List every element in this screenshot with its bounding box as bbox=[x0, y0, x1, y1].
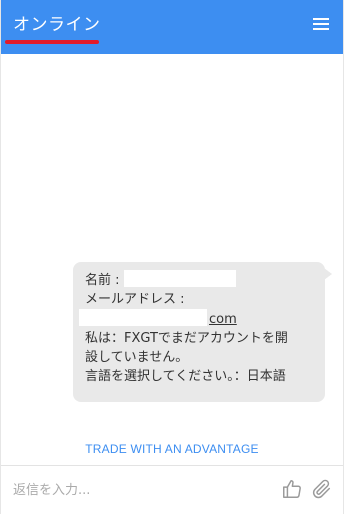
status-title: オンライン bbox=[13, 15, 101, 35]
thumbs-up-icon[interactable] bbox=[281, 478, 303, 500]
composer bbox=[1, 465, 343, 514]
name-line: 名前 : bbox=[85, 270, 315, 290]
chat-widget: オンライン 名前 : メールアドレス : com 私は：FXGTでまだアカウント… bbox=[0, 0, 344, 514]
chat-header: オンライン bbox=[1, 0, 343, 54]
account-status-line-2: 設していません。 bbox=[85, 350, 189, 365]
account-status-line-1: 私は：FXGTでまだアカウントを開 bbox=[85, 331, 288, 346]
email-label-line: メールアドレス : bbox=[85, 290, 315, 309]
redacted-name bbox=[123, 270, 236, 287]
language-line: 言語を選択してください。：日本語 bbox=[85, 369, 286, 384]
redacted-email bbox=[79, 309, 207, 326]
email-label: メールアドレス : bbox=[85, 292, 185, 307]
email-link[interactable]: com bbox=[209, 312, 237, 327]
reply-input[interactable] bbox=[11, 478, 261, 502]
message-bubble: 名前 : メールアドレス : com 私は：FXGTでまだアカウントを開 設して… bbox=[73, 262, 332, 402]
message-list: 名前 : メールアドレス : com 私は：FXGTでまだアカウントを開 設して… bbox=[1, 54, 343, 464]
email-value-line: com bbox=[79, 309, 315, 329]
title-underline bbox=[5, 40, 99, 44]
brand-tagline-link[interactable]: TRADE WITH AN ADVANTAGE bbox=[1, 442, 343, 456]
hamburger-menu-icon[interactable] bbox=[311, 15, 331, 35]
paperclip-icon[interactable] bbox=[311, 478, 333, 500]
name-label: 名前 : bbox=[85, 273, 120, 288]
